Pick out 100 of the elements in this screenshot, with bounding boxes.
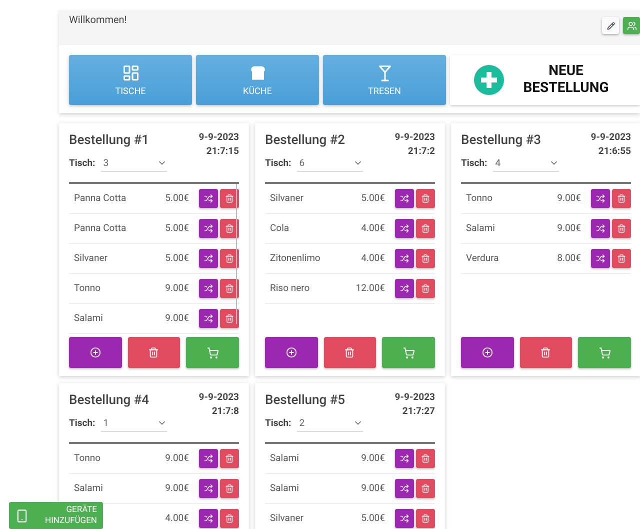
- trash-icon: [421, 254, 430, 263]
- order-title: Bestellung #5: [265, 393, 346, 410]
- plus-circle-icon: [90, 347, 101, 358]
- shuffle-button[interactable]: [395, 479, 414, 498]
- shuffle-button[interactable]: [199, 219, 218, 238]
- shuffle-button[interactable]: [591, 219, 610, 238]
- item-name: Tonno: [74, 453, 102, 464]
- delete-button[interactable]: [220, 219, 239, 238]
- item-price: 9.00€: [557, 223, 581, 234]
- trash-icon: [617, 194, 626, 203]
- item-name: Salami: [466, 223, 496, 234]
- item-price: 5.00€: [361, 513, 385, 524]
- trash-icon: [225, 454, 234, 463]
- delete-button[interactable]: [220, 479, 239, 498]
- delete-button[interactable]: [520, 337, 572, 368]
- item-price: 5.00€: [361, 193, 385, 204]
- trash-icon: [421, 454, 430, 463]
- table-label: Tisch:: [69, 158, 96, 169]
- table-label: Tisch:: [69, 418, 96, 429]
- shuffle-icon: [400, 224, 409, 233]
- item-name: Silvaner: [270, 513, 304, 524]
- item-name: Silvaner: [270, 193, 304, 204]
- shuffle-button[interactable]: [199, 449, 218, 468]
- shuffle-button[interactable]: [395, 509, 414, 528]
- scrollbar[interactable]: [236, 184, 237, 324]
- shuffle-button[interactable]: [395, 189, 414, 208]
- cart-button[interactable]: [186, 337, 239, 368]
- shuffle-button[interactable]: [395, 249, 414, 268]
- delete-button[interactable]: [416, 479, 435, 498]
- trash-icon: [421, 514, 430, 523]
- table-select[interactable]: 1: [101, 415, 168, 432]
- shuffle-button[interactable]: [199, 309, 218, 328]
- item-name: Salami: [270, 453, 300, 464]
- delete-button[interactable]: [416, 219, 435, 238]
- add-button[interactable]: [461, 337, 514, 368]
- cart-button[interactable]: [382, 337, 435, 368]
- delete-button[interactable]: [220, 309, 239, 328]
- table-select[interactable]: 2: [297, 415, 364, 432]
- shuffle-button[interactable]: [199, 249, 218, 268]
- delete-button[interactable]: [612, 249, 631, 268]
- trash-icon: [617, 224, 626, 233]
- trash-icon: [540, 347, 552, 358]
- shuffle-button[interactable]: [591, 249, 610, 268]
- shuffle-icon: [596, 194, 605, 203]
- item-name: Panna Cotta: [74, 193, 128, 204]
- shuffle-button[interactable]: [395, 449, 414, 468]
- delete-button[interactable]: [416, 189, 435, 208]
- order-time: 21:7:27: [402, 405, 435, 419]
- shuffle-button[interactable]: [395, 219, 414, 238]
- delete-button[interactable]: [220, 279, 239, 298]
- shuffle-button[interactable]: [395, 279, 414, 298]
- new-order-button[interactable]: NEUE BESTELLUNG: [450, 55, 640, 105]
- shuffle-icon: [204, 284, 213, 293]
- cart-button[interactable]: [578, 337, 631, 368]
- order-time: 21:7:8: [212, 405, 239, 419]
- item-price: 9.00€: [165, 483, 189, 494]
- item-price: 4.00€: [361, 223, 385, 234]
- pencil-icon: [606, 22, 614, 30]
- delete-button[interactable]: [220, 249, 239, 268]
- delete-button[interactable]: [612, 189, 631, 208]
- item-price: 12.00€: [356, 283, 385, 294]
- item-name: Tonno: [466, 193, 494, 204]
- shuffle-button[interactable]: [199, 479, 218, 498]
- delete-button[interactable]: [612, 219, 631, 238]
- order-date: 9-9-2023: [394, 391, 435, 405]
- trash-icon: [225, 284, 234, 293]
- shuffle-icon: [204, 454, 213, 463]
- trash-icon: [225, 314, 234, 323]
- users-icon: [626, 20, 636, 30]
- delete-button[interactable]: [220, 449, 239, 468]
- item-price: 5.00€: [165, 253, 189, 264]
- shuffle-button[interactable]: [199, 189, 218, 208]
- order-title: Bestellung #3: [461, 133, 542, 150]
- trash-icon: [225, 194, 234, 203]
- order-date: 9-9-2023: [590, 131, 631, 145]
- trash-icon: [148, 347, 160, 358]
- shuffle-icon: [400, 514, 409, 523]
- add-button[interactable]: [265, 337, 318, 368]
- delete-button[interactable]: [324, 337, 376, 368]
- edit-button[interactable]: [602, 17, 619, 34]
- table-layout-icon: [122, 64, 140, 82]
- delete-button[interactable]: [416, 449, 435, 468]
- table-select[interactable]: 6: [297, 155, 364, 172]
- table-select[interactable]: 4: [493, 155, 560, 172]
- delete-button[interactable]: [416, 249, 435, 268]
- table-select[interactable]: 3: [101, 155, 168, 172]
- delete-button[interactable]: [128, 337, 180, 368]
- trash-icon: [225, 224, 234, 233]
- shuffle-button[interactable]: [591, 189, 610, 208]
- item-price: 9.00€: [361, 483, 385, 494]
- item-name: Riso nero: [270, 283, 311, 294]
- shuffle-button[interactable]: [199, 279, 218, 298]
- add-button[interactable]: [69, 337, 122, 368]
- delete-button[interactable]: [416, 279, 435, 298]
- order-title: Bestellung #1: [69, 133, 150, 150]
- shuffle-button[interactable]: [199, 509, 218, 528]
- delete-button[interactable]: [416, 509, 435, 528]
- plus-circle-icon: [286, 347, 297, 358]
- delete-button[interactable]: [220, 189, 239, 208]
- delete-button[interactable]: [220, 509, 239, 528]
